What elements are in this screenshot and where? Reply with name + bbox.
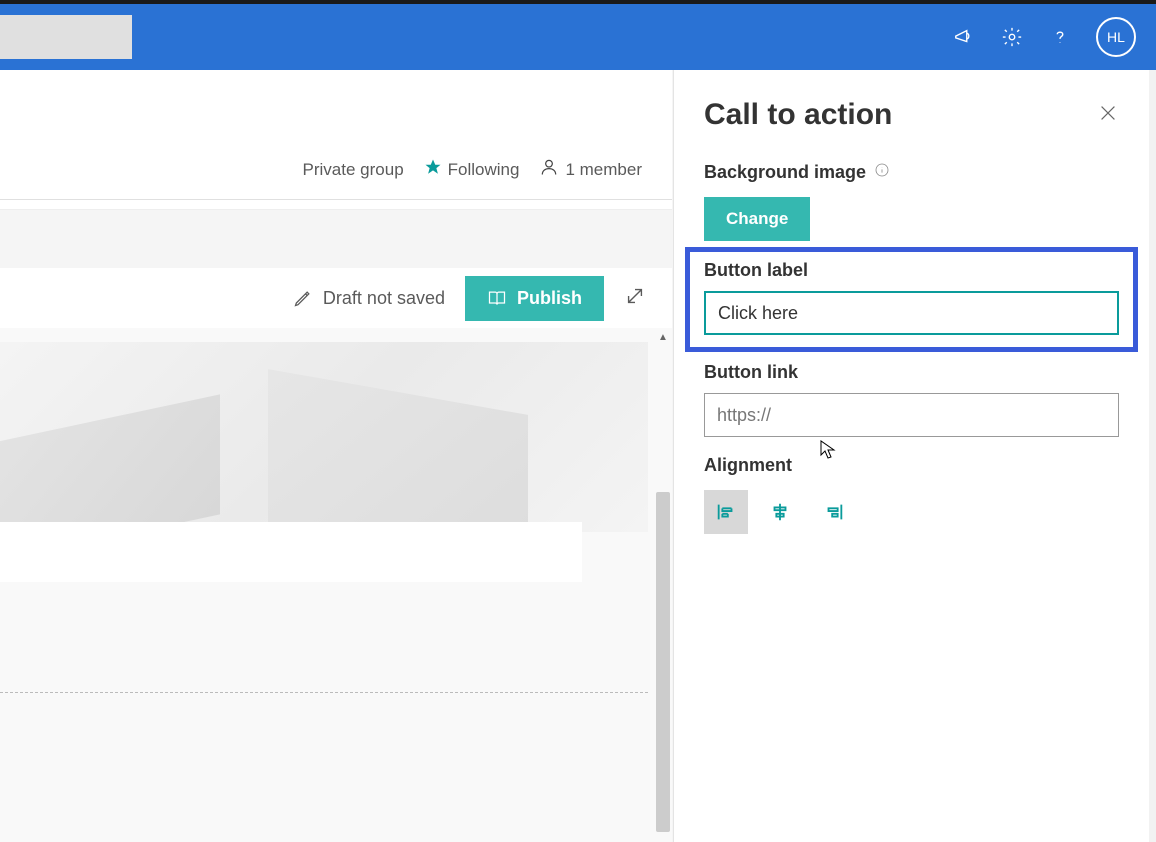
- align-right-button[interactable]: [812, 490, 856, 534]
- geo-shape: [268, 369, 528, 532]
- megaphone-icon[interactable]: [952, 25, 976, 49]
- user-avatar[interactable]: HL: [1096, 17, 1136, 57]
- header-search-box[interactable]: [0, 15, 132, 59]
- header-right-group: HL: [952, 17, 1136, 57]
- publish-button[interactable]: Publish: [465, 276, 604, 321]
- group-type: Private group: [303, 160, 404, 180]
- bg-image-label-text: Background image: [704, 162, 866, 183]
- panel-body: Background image Change Button label But…: [674, 162, 1149, 534]
- draft-status[interactable]: Draft not saved: [293, 288, 445, 309]
- button-label-highlight: Button label: [685, 247, 1138, 352]
- canvas-area: ▲: [0, 328, 672, 842]
- follow-toggle[interactable]: Following: [424, 158, 520, 181]
- canvas-section: [0, 522, 582, 582]
- button-link-input[interactable]: [704, 393, 1119, 437]
- star-icon: [424, 158, 442, 181]
- align-center-button[interactable]: [758, 490, 802, 534]
- group-type-label: Private group: [303, 160, 404, 180]
- expand-icon[interactable]: [624, 285, 646, 312]
- hero-background: [0, 342, 648, 532]
- pencil-icon: [293, 288, 313, 308]
- site-header-row: Private group Following 1 member: [0, 140, 672, 200]
- members[interactable]: 1 member: [539, 157, 642, 182]
- gear-icon[interactable]: [1000, 25, 1024, 49]
- button-link-heading: Button link: [704, 362, 1119, 383]
- command-bar: Draft not saved Publish: [0, 268, 672, 328]
- user-initials: HL: [1107, 29, 1125, 45]
- change-label: Change: [726, 209, 788, 228]
- draft-label: Draft not saved: [323, 288, 445, 309]
- geo-shape: [0, 394, 220, 532]
- alignment-group: [704, 490, 1119, 534]
- book-icon: [487, 288, 507, 308]
- scroll-up-arrow[interactable]: ▲: [654, 328, 672, 346]
- info-icon[interactable]: [874, 162, 890, 183]
- bg-image-label: Background image: [704, 162, 1119, 183]
- app-header: HL: [0, 4, 1156, 70]
- follow-label: Following: [448, 160, 520, 180]
- panel-header: Call to action: [674, 70, 1149, 152]
- align-left-button[interactable]: [704, 490, 748, 534]
- close-button[interactable]: [1097, 102, 1119, 129]
- close-icon: [1097, 102, 1119, 124]
- align-left-icon: [715, 501, 737, 523]
- property-panel: Call to action Background image Change B…: [673, 70, 1149, 842]
- button-label-heading: Button label: [704, 260, 1119, 281]
- alignment-heading: Alignment: [704, 455, 1119, 476]
- align-right-icon: [823, 501, 845, 523]
- button-label-input[interactable]: [704, 291, 1119, 335]
- person-icon: [539, 157, 559, 182]
- scrollbar-thumb[interactable]: [656, 492, 670, 832]
- panel-title: Call to action: [704, 98, 892, 132]
- change-button[interactable]: Change: [704, 197, 810, 241]
- align-center-icon: [769, 501, 791, 523]
- help-icon[interactable]: [1048, 25, 1072, 49]
- members-label: 1 member: [565, 160, 642, 180]
- section-divider: [0, 692, 648, 693]
- publish-label: Publish: [517, 288, 582, 309]
- right-edge-scroll[interactable]: [1149, 70, 1156, 842]
